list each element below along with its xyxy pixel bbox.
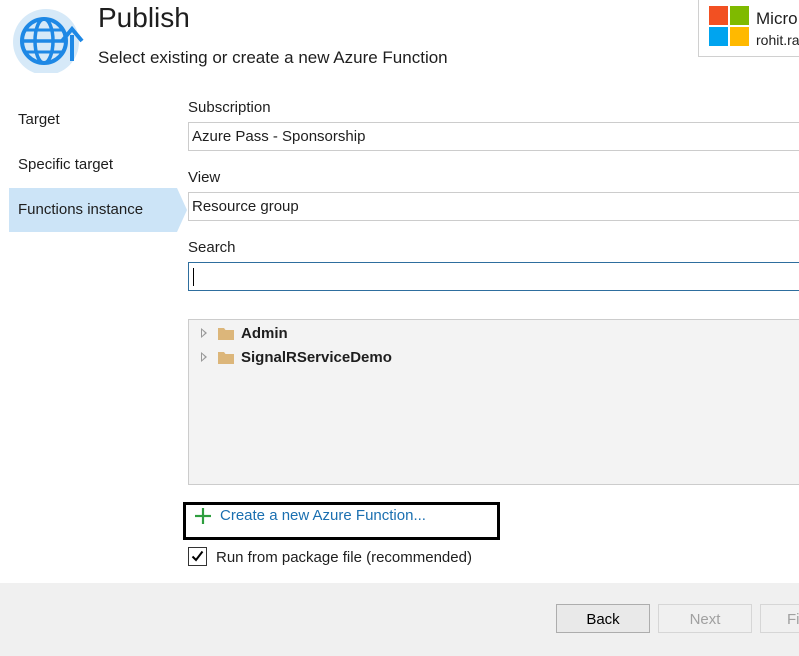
tree-item-label: SignalRServiceDemo — [241, 349, 392, 366]
expand-arrow-icon[interactable] — [201, 352, 207, 362]
microsoft-logo-icon — [709, 6, 749, 46]
account-email: rohit.ra — [756, 32, 799, 48]
checkmark-icon — [191, 550, 204, 562]
nav-item-specific-target[interactable]: Specific target — [9, 143, 177, 187]
account-panel[interactable]: Micro rohit.ra — [698, 0, 799, 57]
plus-icon[interactable] — [194, 507, 212, 525]
search-label: Search — [188, 239, 236, 256]
folder-icon — [218, 328, 234, 340]
resource-tree[interactable]: Admin SignalRServiceDemo — [188, 319, 799, 485]
view-dropdown[interactable]: Resource group — [188, 192, 799, 221]
back-button[interactable]: Back — [556, 604, 650, 633]
subscription-label: Subscription — [188, 99, 271, 116]
next-button[interactable]: Next — [658, 604, 752, 633]
run-from-package-label: Run from package file (recommended) — [216, 549, 472, 566]
tree-item-label: Admin — [241, 325, 288, 342]
nav-item-functions-instance[interactable]: Functions instance — [9, 188, 177, 232]
page-title: Publish — [98, 2, 190, 33]
view-label: View — [188, 169, 221, 186]
run-from-package-checkbox[interactable] — [188, 547, 207, 566]
tree-item-admin[interactable]: Admin — [189, 322, 799, 346]
subscription-dropdown[interactable]: Azure Pass - Sponsorship — [188, 122, 799, 151]
tree-item-signalrservicedemo[interactable]: SignalRServiceDemo — [189, 346, 799, 370]
finish-button[interactable]: Fi — [760, 604, 799, 633]
nav-active-pointer — [177, 188, 187, 232]
page-subtitle: Select existing or create a new Azure Fu… — [98, 48, 448, 67]
folder-icon — [218, 352, 234, 364]
account-name: Micro — [756, 9, 798, 28]
nav-item-target[interactable]: Target — [9, 98, 177, 142]
search-input[interactable] — [188, 262, 799, 291]
expand-arrow-icon[interactable] — [201, 328, 207, 338]
publish-globe-icon — [10, 5, 86, 75]
text-caret — [193, 268, 194, 286]
create-function-link[interactable]: Create a new Azure Function... — [220, 507, 426, 524]
